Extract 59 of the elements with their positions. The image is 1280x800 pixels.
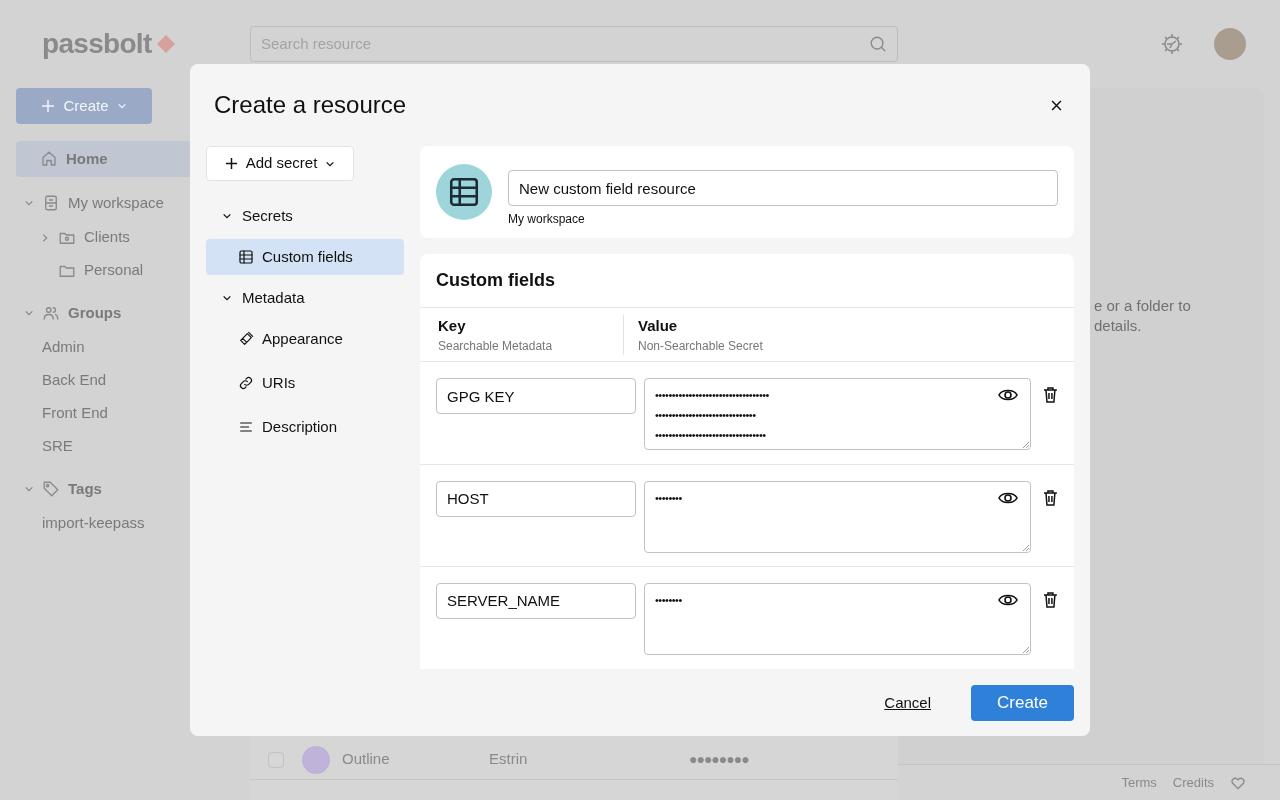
chevron-icon bbox=[40, 232, 50, 243]
secret-dots: ••••••••••••••••••••••••••••••••• bbox=[655, 428, 767, 444]
trash-icon[interactable] bbox=[1043, 590, 1058, 608]
secret-dots: •••••••••••••••••••••••••••••••••• bbox=[655, 388, 770, 404]
trash-icon[interactable] bbox=[1043, 488, 1058, 506]
footer-link[interactable]: Terms bbox=[1121, 772, 1157, 793]
nav-item[interactable]: Description bbox=[206, 409, 404, 445]
link-icon bbox=[238, 375, 254, 391]
dialog-title: Create a resource bbox=[214, 90, 407, 120]
column-subtitle: Searchable Metadata bbox=[438, 338, 554, 356]
secret-dots: •••••••• bbox=[655, 592, 683, 608]
resize-grip-icon[interactable] bbox=[1022, 645, 1030, 653]
logo-text: passbolt bbox=[42, 27, 152, 61]
chevron-icon bbox=[24, 484, 34, 494]
table-cell-text: Outline bbox=[342, 749, 391, 770]
close-icon[interactable] bbox=[1051, 99, 1062, 111]
tag-icon bbox=[42, 480, 60, 498]
create-button[interactable]: Create bbox=[971, 685, 1074, 721]
logo-icon bbox=[155, 34, 176, 54]
home-icon bbox=[40, 150, 58, 168]
location-text: My workspace bbox=[508, 211, 586, 228]
secret-dots: •••••••••••••••••••••••••••••• bbox=[655, 408, 757, 424]
cancel-link[interactable]: Cancel bbox=[884, 691, 931, 715]
hint-text: e or a folder to bbox=[1094, 296, 1191, 316]
resize-grip-icon[interactable] bbox=[1022, 543, 1030, 551]
plus-icon bbox=[41, 99, 56, 113]
footer-link[interactable]: Credits bbox=[1172, 772, 1214, 793]
column-subtitle: Non-Searchable Secret bbox=[638, 338, 763, 356]
name-field[interactable]: New custom field resource bbox=[508, 170, 1058, 206]
key-field[interactable]: GPG KEY bbox=[436, 378, 636, 415]
value-field[interactable]: •••••••• bbox=[644, 480, 1032, 553]
secret-dots: •••••••• bbox=[655, 490, 683, 506]
brush-icon bbox=[238, 331, 254, 347]
key-field[interactable]: SERVER_NAME bbox=[436, 582, 636, 619]
users-icon bbox=[42, 304, 60, 322]
value-field[interactable]: •••••••• bbox=[644, 582, 1032, 655]
chevron-icon bbox=[24, 198, 34, 208]
table-icon bbox=[447, 175, 481, 209]
cabinet-icon bbox=[42, 194, 60, 212]
table-cell-text: Estrin bbox=[489, 749, 529, 770]
search-icon bbox=[869, 35, 887, 53]
chevron-icon bbox=[24, 308, 34, 318]
trash-icon[interactable] bbox=[1043, 386, 1058, 404]
column-header: Value bbox=[638, 315, 679, 336]
create-button[interactable]: Create bbox=[16, 88, 152, 124]
key-field[interactable]: HOST bbox=[436, 480, 636, 517]
add-secret-button[interactable]: Add secret bbox=[206, 146, 354, 181]
nav-item[interactable]: Custom fields bbox=[206, 239, 404, 275]
table-icon bbox=[238, 249, 254, 265]
text-lines-icon bbox=[238, 419, 254, 435]
chevron-icon bbox=[116, 101, 127, 111]
section-title: Custom fields bbox=[420, 254, 1074, 309]
resize-grip-icon[interactable] bbox=[1022, 441, 1030, 449]
plus-icon bbox=[224, 157, 238, 170]
value-field[interactable]: •••••••••••••••••••••••••••••••••• •••••••••••••••••••••••••••••• ••••••••••••••••••••••••••••••••• bbox=[644, 378, 1032, 451]
column-header: Key bbox=[438, 315, 467, 336]
table-cell-text: ●●●●●●●● bbox=[689, 750, 749, 769]
hint-text: details. bbox=[1094, 316, 1142, 336]
nav-item[interactable]: URIs bbox=[206, 365, 404, 401]
